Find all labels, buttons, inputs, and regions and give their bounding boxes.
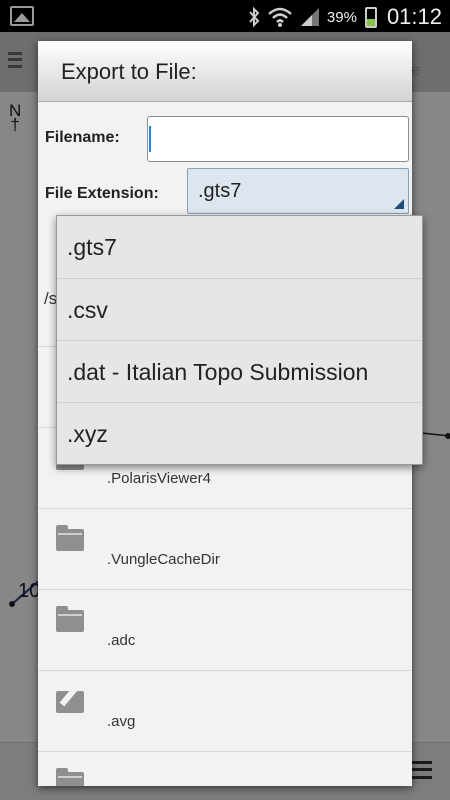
dropdown-option-gts7[interactable]: .gts7 <box>57 216 422 278</box>
list-item[interactable]: .avg <box>38 670 412 751</box>
folder-icon <box>56 525 84 551</box>
folder-icon <box>56 768 84 786</box>
dialog-title: Export to File: <box>38 41 412 102</box>
list-item[interactable] <box>38 751 412 786</box>
file-name: .adc <box>107 632 136 649</box>
dropdown-option-csv[interactable]: .csv <box>57 278 422 340</box>
file-name: .avg <box>107 713 136 730</box>
dropdown-arrow-icon <box>394 199 404 209</box>
text-caret <box>149 126 151 152</box>
file-name: .PolarisViewer4 <box>107 470 211 487</box>
extension-spinner[interactable]: .gts7 <box>187 168 409 214</box>
filename-label: Filename: <box>45 129 120 146</box>
edit-file-icon <box>56 691 84 713</box>
list-item[interactable]: .VungleCacheDir <box>38 508 412 589</box>
list-item[interactable]: .adc <box>38 589 412 670</box>
folder-icon <box>56 606 84 632</box>
extension-dropdown: .gts7 .csv .dat - Italian Topo Submissio… <box>56 215 423 465</box>
filename-row: Filename: <box>38 116 412 162</box>
extension-selected: .gts7 <box>198 180 242 202</box>
file-name: .VungleCacheDir <box>107 551 220 568</box>
extension-label: File Extension: <box>45 185 159 202</box>
dropdown-option-dat[interactable]: .dat - Italian Topo Submission <box>57 340 422 402</box>
extension-row: File Extension: .gts7 <box>38 168 412 214</box>
dropdown-option-xyz[interactable]: .xyz <box>57 402 422 464</box>
filename-input[interactable] <box>147 116 409 162</box>
